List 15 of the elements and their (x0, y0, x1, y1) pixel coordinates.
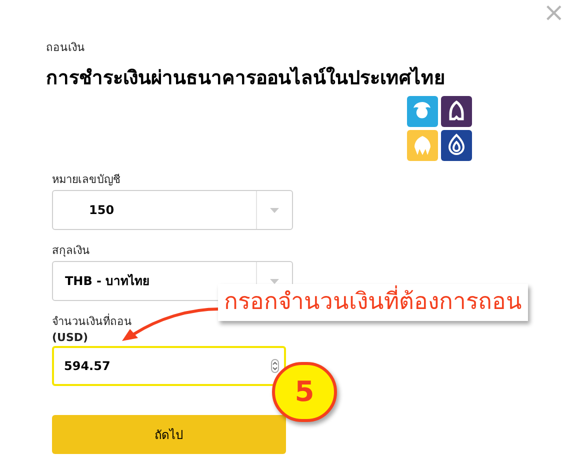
dialog-title: การชำระเงินผ่านธนาคารออนไลน์ในประเทศไทย (46, 66, 446, 91)
next-button[interactable]: ถัดไป (52, 415, 286, 454)
step-badge: 5 (272, 362, 337, 422)
field-label: จำนวนเงินที่ถอน (52, 315, 133, 329)
lotus-logo-icon (441, 130, 472, 161)
unit-label: (USD) (52, 332, 90, 344)
select-field[interactable]: 150 (52, 190, 293, 230)
bell-logo-icon (441, 96, 472, 127)
caret-icon (270, 208, 279, 212)
field-label: หมายเลขบัญชี (52, 173, 121, 187)
field-label: สกุลเงิน (52, 244, 91, 258)
spinner-icon[interactable] (271, 359, 279, 373)
amount-field[interactable]: 594.57 (52, 346, 286, 386)
dialog-subtitle: ถอนเงิน (46, 41, 86, 55)
callout-label: กรอกจำนวนเงินที่ต้องการถอน (218, 284, 528, 321)
